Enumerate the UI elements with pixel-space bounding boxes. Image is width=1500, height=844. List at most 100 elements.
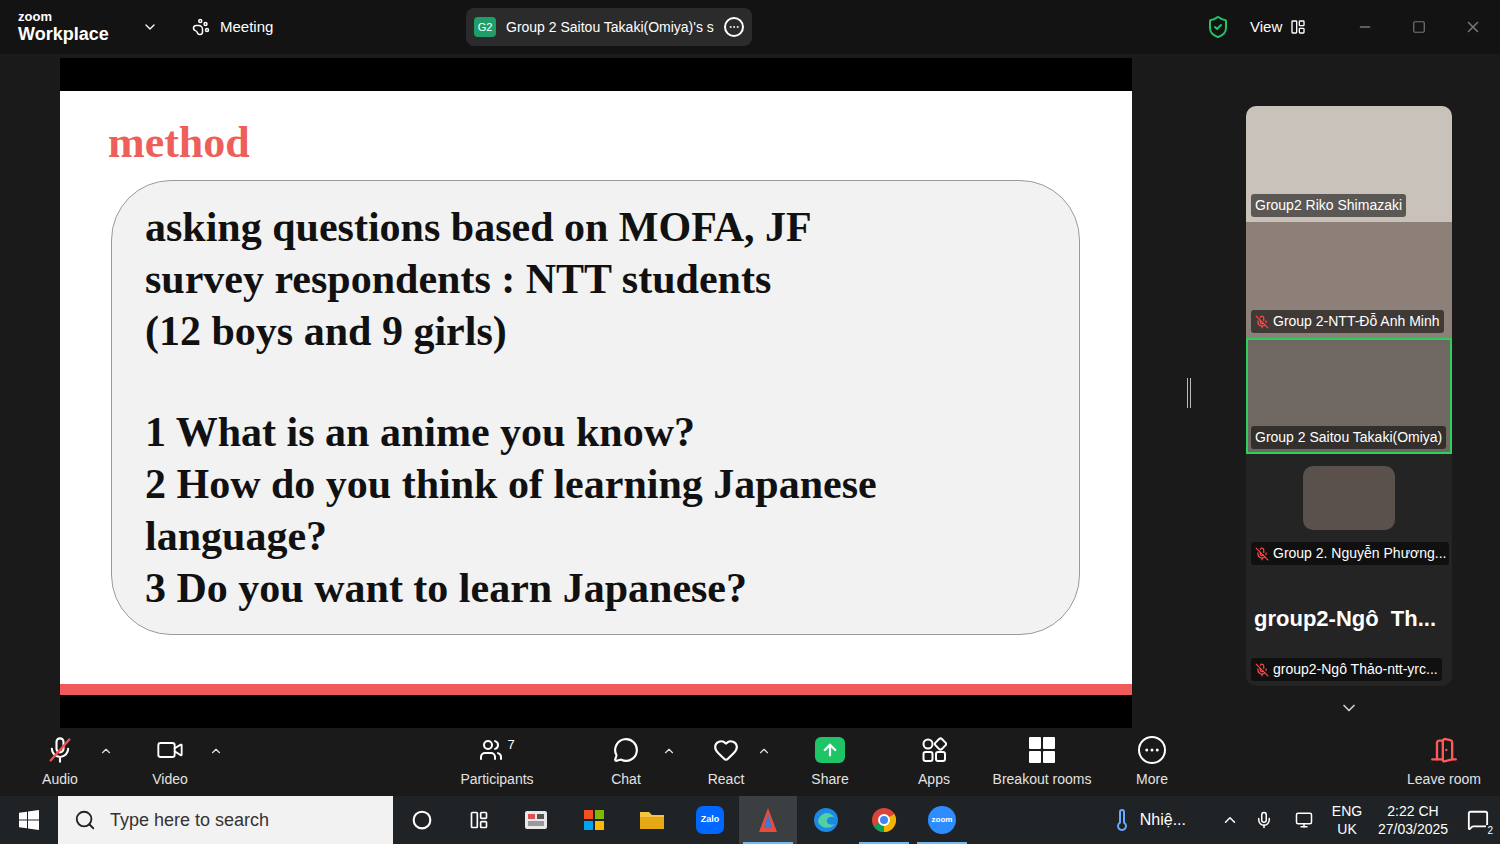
taskbar-app[interactable] bbox=[797, 796, 855, 844]
scroll-down-button[interactable] bbox=[1246, 698, 1452, 718]
participants-button[interactable]: 7Participants bbox=[452, 735, 542, 790]
task-view-icon bbox=[469, 810, 489, 830]
tray-expand-button[interactable] bbox=[1216, 811, 1244, 829]
widget-app-icon bbox=[523, 807, 549, 833]
cortana-button[interactable] bbox=[393, 796, 451, 844]
muted-mic-icon bbox=[46, 736, 74, 764]
muted-mic-icon bbox=[1255, 315, 1269, 329]
video-camera-icon bbox=[156, 736, 184, 764]
share-tab[interactable]: G2Group 2 Saitou Takaki(Omiya)'s s bbox=[466, 8, 752, 46]
encryption-shield-icon[interactable] bbox=[1206, 15, 1230, 39]
slide-intro-line: (12 boys and 9 girls) bbox=[145, 305, 1025, 357]
participant-panel: Group2 Riko Shimazaki Group 2-NTT-Đỗ Anh … bbox=[1246, 58, 1452, 728]
clock[interactable]: 2:22 CH27/03/2025 bbox=[1370, 802, 1456, 838]
participant-tile[interactable]: Group 2. Nguyễn Phương... bbox=[1246, 454, 1452, 570]
slide-intro-line: asking questions based on MOFA, JF bbox=[145, 201, 1025, 253]
notifications-button[interactable]: 2 bbox=[1456, 796, 1500, 844]
audio-options-button[interactable] bbox=[98, 744, 114, 758]
shared-screen: method asking questions based on MOFA, JF… bbox=[60, 58, 1132, 728]
tray-display-button[interactable] bbox=[1284, 811, 1324, 829]
share-icon bbox=[815, 737, 845, 763]
maximize-icon bbox=[1412, 20, 1426, 34]
chat-icon bbox=[613, 737, 639, 763]
close-button[interactable] bbox=[1446, 0, 1500, 54]
chevron-down-icon bbox=[142, 19, 158, 35]
leave-room-button[interactable]: Leave room bbox=[1399, 735, 1489, 790]
view-button[interactable]: View bbox=[1250, 16, 1310, 39]
chrome-app-icon bbox=[870, 806, 898, 834]
taskbar-app[interactable]: zoom bbox=[913, 796, 971, 844]
participant-name-tag: Group 2. Nguyễn Phương... bbox=[1251, 542, 1449, 565]
more-options-icon[interactable] bbox=[724, 17, 744, 37]
participant-avatar bbox=[1303, 466, 1395, 530]
minimize-button[interactable] bbox=[1338, 0, 1392, 54]
chat-button[interactable]: Chat bbox=[591, 735, 661, 790]
meeting-icon bbox=[192, 18, 210, 36]
participant-tile[interactable]: Group 2-NTT-Đỗ Anh Minh bbox=[1246, 222, 1452, 338]
taskbar-app[interactable]: Zalo bbox=[681, 796, 739, 844]
participant-tile[interactable]: Group 2 Saitou Takaki(Omiya) bbox=[1246, 338, 1452, 454]
video-button[interactable]: Video bbox=[132, 735, 208, 790]
meeting-button[interactable]: Meeting bbox=[192, 16, 273, 39]
maximize-button[interactable] bbox=[1392, 0, 1446, 54]
edge-app-icon bbox=[812, 806, 840, 834]
slide-intro-line: survey respondents : NTT students bbox=[145, 253, 1025, 305]
breakout-rooms-button[interactable]: Breakout rooms bbox=[982, 735, 1102, 790]
caret-up-icon bbox=[1221, 811, 1239, 829]
apps-button[interactable]: Apps bbox=[899, 735, 969, 790]
slide-accent-bar bbox=[60, 684, 1132, 695]
zoom-app-icon: zoom bbox=[928, 806, 956, 834]
zalo-app-icon: Zalo bbox=[696, 806, 724, 834]
caret-up-icon bbox=[662, 744, 676, 758]
participant-name-tag: Group 2 Saitou Takaki(Omiya) bbox=[1251, 426, 1446, 449]
task-view-button[interactable] bbox=[451, 796, 507, 844]
minimize-icon bbox=[1357, 19, 1373, 35]
participant-tile[interactable]: Group2 Riko Shimazaki bbox=[1246, 106, 1452, 222]
app-menu-button[interactable] bbox=[140, 19, 160, 35]
taskbar-app[interactable] bbox=[739, 796, 797, 844]
slide-question: 3 Do you want to learn Japanese? bbox=[145, 562, 1025, 614]
running-indicator bbox=[743, 842, 793, 844]
more-button[interactable]: More bbox=[1117, 735, 1187, 790]
participant-name-tag: Group 2-NTT-Đỗ Anh Minh bbox=[1251, 310, 1444, 333]
caret-up-icon bbox=[757, 744, 771, 758]
slide-question: 2 How do you think of learning Japanese … bbox=[145, 458, 1025, 562]
display-icon bbox=[1295, 811, 1313, 829]
chevron-down-icon bbox=[1339, 698, 1359, 718]
participants-icon bbox=[479, 738, 503, 762]
react-button[interactable]: React bbox=[696, 735, 756, 790]
share-button[interactable]: Share bbox=[795, 735, 865, 790]
share-tab-badge: G2 bbox=[474, 17, 496, 37]
chat-options-button[interactable] bbox=[661, 744, 677, 758]
taskbar-app[interactable] bbox=[855, 796, 913, 844]
search-icon bbox=[74, 809, 96, 831]
notification-count: 2 bbox=[1486, 825, 1494, 836]
heart-icon bbox=[713, 737, 739, 763]
panel-divider[interactable] bbox=[1132, 58, 1246, 728]
react-options-button[interactable] bbox=[756, 744, 772, 758]
taskbar-app[interactable] bbox=[623, 796, 681, 844]
participant-tile[interactable]: group2-Ngô Th...group2-Ngô Thảo-ntt-yrc.… bbox=[1246, 570, 1452, 686]
muted-mic-icon bbox=[1255, 663, 1269, 677]
caret-up-icon bbox=[209, 744, 223, 758]
participant-display-name: group2-Ngô Th... bbox=[1254, 602, 1436, 635]
taskbar-search[interactable]: Type here to search bbox=[58, 796, 393, 844]
start-button[interactable] bbox=[0, 796, 58, 844]
participant-name-tag: Group2 Riko Shimazaki bbox=[1251, 194, 1406, 217]
input-language[interactable]: ENGUK bbox=[1324, 802, 1370, 838]
slide-content-box: asking questions based on MOFA, JFsurvey… bbox=[111, 180, 1080, 635]
audio-button[interactable]: Audio bbox=[22, 735, 98, 790]
tray-mic-button[interactable] bbox=[1244, 811, 1284, 829]
slide: method asking questions based on MOFA, JF… bbox=[60, 91, 1132, 695]
mic-icon bbox=[1255, 811, 1273, 829]
store-app-icon bbox=[581, 807, 607, 833]
taskbar-app[interactable] bbox=[507, 796, 565, 844]
meeting-area: method asking questions based on MOFA, JF… bbox=[0, 54, 1500, 728]
taskbar-app[interactable] bbox=[565, 796, 623, 844]
video-options-button[interactable] bbox=[208, 744, 224, 758]
windows-taskbar: Type here to searchZalozoomNhiệ...ENGUK2… bbox=[0, 796, 1500, 844]
muted-mic-icon bbox=[1255, 547, 1269, 561]
slide-title: method bbox=[60, 119, 1132, 167]
weather-widget[interactable]: Nhiệ... bbox=[1110, 808, 1186, 832]
running-indicator bbox=[859, 842, 909, 844]
